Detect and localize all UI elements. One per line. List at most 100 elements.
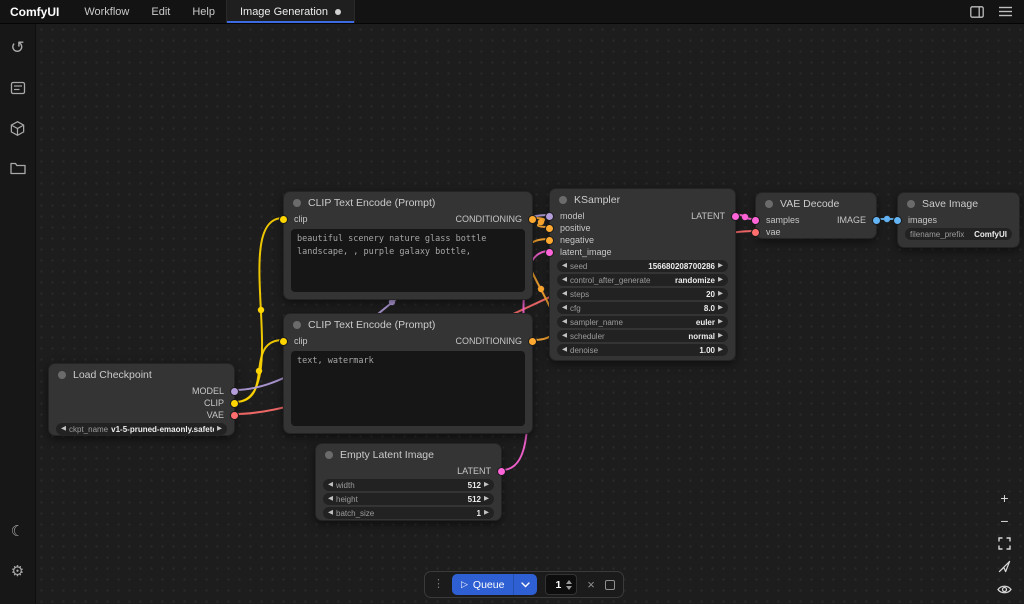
decrement-icon[interactable]: ◀ bbox=[562, 333, 567, 340]
widget-seed[interactable]: ◀ seed 156680208700286 ▶ bbox=[557, 260, 728, 272]
node-header[interactable]: VAE Decode bbox=[756, 193, 876, 214]
collapse-dot[interactable] bbox=[559, 196, 567, 204]
zoom-in-icon[interactable]: + bbox=[996, 490, 1013, 505]
queue-button[interactable]: ▷ Queue bbox=[452, 574, 537, 595]
output-port-conditioning[interactable] bbox=[528, 215, 537, 224]
input-port-positive[interactable] bbox=[545, 224, 554, 233]
widget-filename-prefix[interactable]: filename_prefix ComfyUI bbox=[905, 228, 1012, 240]
node-library-icon[interactable] bbox=[3, 113, 33, 143]
node-load-checkpoint[interactable]: Load Checkpoint MODEL CLIP VAE ◀ ckpt_na… bbox=[48, 363, 235, 436]
node-header[interactable]: Save Image bbox=[898, 193, 1019, 214]
prompt-text-area[interactable]: beautiful scenery nature glass bottle la… bbox=[291, 229, 525, 292]
output-port-image[interactable] bbox=[872, 216, 881, 225]
link-midpoint-dot[interactable] bbox=[742, 214, 748, 220]
widget-width[interactable]: ◀ width 512 ▶ bbox=[323, 479, 494, 491]
node-header[interactable]: Empty Latent Image bbox=[316, 444, 501, 465]
decrement-icon[interactable]: ◀ bbox=[328, 496, 333, 503]
collapse-dot[interactable] bbox=[58, 371, 66, 379]
node-header[interactable]: CLIP Text Encode (Prompt) bbox=[284, 192, 532, 213]
tab-image-generation[interactable]: Image Generation bbox=[226, 0, 355, 23]
drag-handle-icon[interactable]: ⋮ bbox=[433, 579, 444, 590]
input-port-vae[interactable] bbox=[751, 228, 760, 237]
menu-workflow[interactable]: Workflow bbox=[73, 0, 140, 23]
output-port-vae[interactable] bbox=[230, 411, 239, 420]
collapse-dot[interactable] bbox=[293, 199, 301, 207]
stop-icon[interactable] bbox=[605, 580, 615, 590]
decrement-icon[interactable]: ◀ bbox=[61, 426, 66, 433]
node-header[interactable]: KSampler bbox=[550, 189, 735, 210]
increment-icon[interactable]: ▶ bbox=[718, 333, 723, 340]
widget-height[interactable]: ◀ height 512 ▶ bbox=[323, 493, 494, 505]
widget-batch-size[interactable]: ◀ batch_size 1 ▶ bbox=[323, 507, 494, 519]
link-midpoint-dot[interactable] bbox=[256, 368, 262, 374]
zoom-out-icon[interactable]: − bbox=[996, 513, 1013, 528]
fit-view-icon[interactable] bbox=[996, 536, 1013, 551]
output-port-latent[interactable] bbox=[497, 467, 506, 476]
decrement-icon[interactable] bbox=[566, 586, 572, 590]
output-port-model[interactable] bbox=[230, 387, 239, 396]
collapse-dot[interactable] bbox=[765, 200, 773, 208]
workflows-icon[interactable] bbox=[3, 153, 33, 183]
input-port-latent-image[interactable] bbox=[545, 248, 554, 257]
menu-edit[interactable]: Edit bbox=[140, 0, 181, 23]
increment-icon[interactable]: ▶ bbox=[718, 305, 723, 312]
increment-icon[interactable]: ▶ bbox=[484, 482, 489, 489]
hamburger-menu-icon[interactable] bbox=[994, 2, 1016, 22]
output-port-latent[interactable] bbox=[731, 212, 740, 221]
input-port-negative[interactable] bbox=[545, 236, 554, 245]
batch-count-stepper[interactable]: 1 bbox=[545, 574, 577, 595]
input-port-model[interactable] bbox=[545, 212, 554, 221]
increment-icon[interactable]: ▶ bbox=[718, 347, 723, 354]
panel-toggle-icon[interactable] bbox=[966, 2, 988, 22]
link-midpoint-dot[interactable] bbox=[258, 307, 264, 313]
gear-icon[interactable]: ⚙ bbox=[3, 556, 33, 586]
collapse-dot[interactable] bbox=[907, 200, 915, 208]
history-icon[interactable]: ↺ bbox=[3, 33, 33, 63]
input-port-clip[interactable] bbox=[279, 337, 288, 346]
widget-steps[interactable]: ◀ steps 20 ▶ bbox=[557, 288, 728, 300]
link-midpoint-dot[interactable] bbox=[538, 219, 544, 225]
chevron-down-icon[interactable] bbox=[514, 582, 537, 588]
increment-icon[interactable]: ▶ bbox=[484, 510, 489, 517]
input-port-clip[interactable] bbox=[279, 215, 288, 224]
decrement-icon[interactable]: ◀ bbox=[562, 291, 567, 298]
increment-icon[interactable] bbox=[566, 580, 572, 584]
decrement-icon[interactable]: ◀ bbox=[328, 510, 333, 517]
node-header[interactable]: CLIP Text Encode (Prompt) bbox=[284, 314, 532, 335]
decrement-icon[interactable]: ◀ bbox=[562, 319, 567, 326]
node-clip-text-encode-positive[interactable]: CLIP Text Encode (Prompt) clip CONDITION… bbox=[283, 191, 533, 300]
pan-tool-icon[interactable] bbox=[996, 559, 1013, 574]
node-header[interactable]: Load Checkpoint bbox=[49, 364, 234, 385]
queue-icon[interactable] bbox=[3, 73, 33, 103]
increment-icon[interactable]: ▶ bbox=[484, 496, 489, 503]
input-port-images[interactable] bbox=[893, 216, 902, 225]
moon-icon[interactable]: ☾ bbox=[3, 516, 33, 546]
input-port-samples[interactable] bbox=[751, 216, 760, 225]
node-canvas[interactable]: Load Checkpoint MODEL CLIP VAE ◀ ckpt_na… bbox=[36, 24, 1024, 604]
widget-sampler-name[interactable]: ◀ sampler_name euler ▶ bbox=[557, 316, 728, 328]
menu-help[interactable]: Help bbox=[181, 0, 226, 23]
widget-control-after-generate[interactable]: ◀ control_after_generate randomize ▶ bbox=[557, 274, 728, 286]
decrement-icon[interactable]: ◀ bbox=[562, 263, 567, 270]
collapse-dot[interactable] bbox=[325, 451, 333, 459]
decrement-icon[interactable]: ◀ bbox=[562, 347, 567, 354]
decrement-icon[interactable]: ◀ bbox=[328, 482, 333, 489]
decrement-icon[interactable]: ◀ bbox=[562, 277, 567, 284]
widget-cfg[interactable]: ◀ cfg 8.0 ▶ bbox=[557, 302, 728, 314]
decrement-icon[interactable]: ◀ bbox=[562, 305, 567, 312]
increment-icon[interactable]: ▶ bbox=[217, 426, 222, 433]
increment-icon[interactable]: ▶ bbox=[718, 277, 723, 284]
increment-icon[interactable]: ▶ bbox=[718, 319, 723, 326]
output-port-conditioning[interactable] bbox=[528, 337, 537, 346]
link-midpoint-dot[interactable] bbox=[538, 286, 544, 292]
widget-ckpt-name[interactable]: ◀ ckpt_name v1-5-pruned-emaonly.safete..… bbox=[56, 423, 227, 435]
collapse-dot[interactable] bbox=[293, 321, 301, 329]
link-midpoint-dot[interactable] bbox=[884, 216, 890, 222]
increment-icon[interactable]: ▶ bbox=[718, 263, 723, 270]
widget-scheduler[interactable]: ◀ scheduler normal ▶ bbox=[557, 330, 728, 342]
increment-icon[interactable]: ▶ bbox=[718, 291, 723, 298]
node-save-image[interactable]: Save Image images filename_prefix ComfyU… bbox=[897, 192, 1020, 248]
clear-queue-icon[interactable]: × bbox=[585, 577, 597, 592]
node-ksampler[interactable]: KSampler model LATENT positive negative … bbox=[549, 188, 736, 361]
toggle-links-eye-icon[interactable] bbox=[996, 582, 1013, 597]
